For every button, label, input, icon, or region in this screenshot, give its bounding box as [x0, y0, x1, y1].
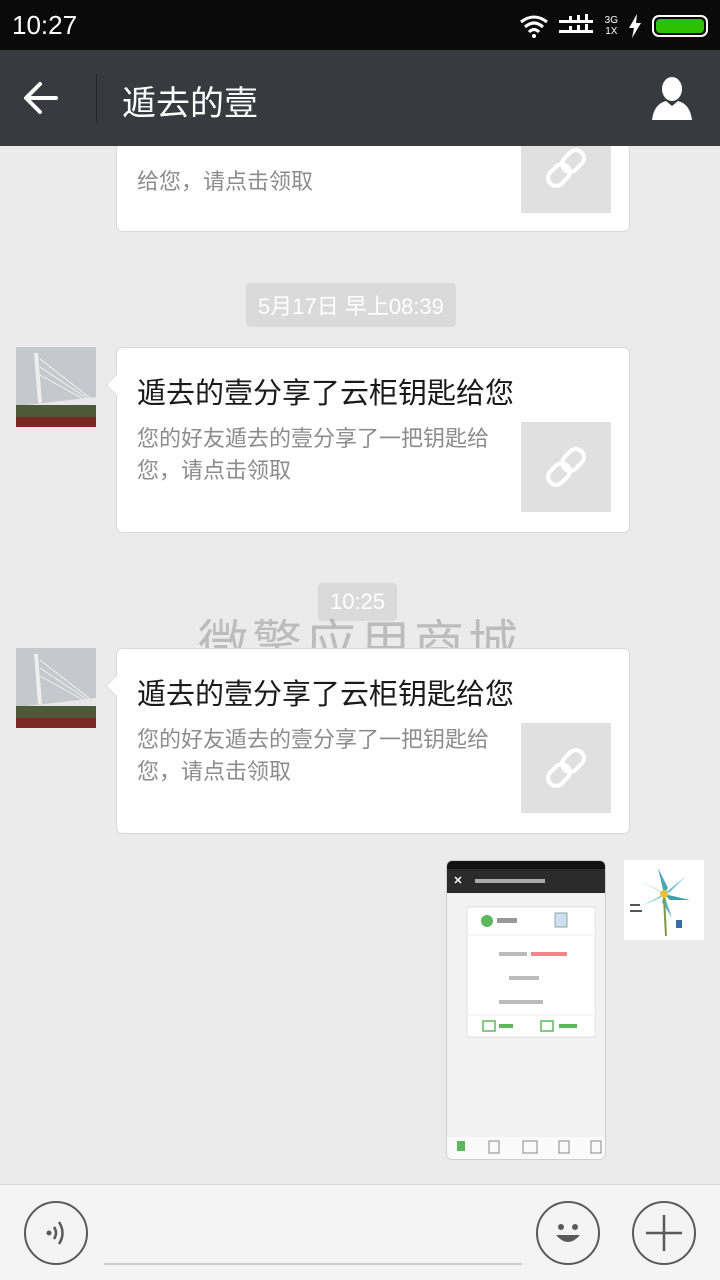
- status-icons: 3G 1X: [519, 12, 708, 40]
- card-thumbnail: [521, 723, 611, 813]
- more-button[interactable]: [632, 1201, 696, 1265]
- card-description: 给您，请点击领取: [137, 170, 314, 195]
- profile-button[interactable]: [650, 76, 694, 120]
- avatar-image: [16, 347, 96, 427]
- image-message[interactable]: [446, 860, 606, 1160]
- title-divider: [96, 74, 97, 122]
- battery-icon: [652, 15, 708, 37]
- title-bar: 遁去的壹: [0, 50, 720, 146]
- arrow-left-icon: [24, 82, 58, 114]
- signal-icon: [558, 14, 593, 33]
- link-card[interactable]: 遁去的壹分享了云柜钥匙给您 您的好友遁去的壹分享了一把钥匙给您，请点击领取: [106, 648, 630, 834]
- link-card[interactable]: 遁去的壹分享了云柜钥匙给您 您的好友遁去的壹分享了一把钥匙给您，请点击领取: [106, 347, 630, 533]
- card-thumbnail: [521, 422, 611, 512]
- status-bar: 10:27 3G 1X: [0, 0, 720, 50]
- back-button[interactable]: [22, 76, 76, 120]
- link-icon: [546, 748, 586, 788]
- link-icon: [546, 148, 586, 188]
- card-description: 您的好友遁去的壹分享了一把钥匙给您，请点击领取: [137, 728, 490, 785]
- emoji-button[interactable]: [536, 1201, 600, 1265]
- emoji-icon: [556, 1224, 580, 1242]
- card-title: 遁去的壹分享了云柜钥匙给您: [137, 677, 515, 711]
- network-type: 3G 1X: [604, 15, 618, 37]
- message-input[interactable]: [104, 1263, 522, 1265]
- link-card[interactable]: 给您，请点击领取: [116, 146, 630, 232]
- battery-fill: [656, 19, 704, 33]
- link-icon: [546, 447, 586, 487]
- charging-icon: [629, 14, 641, 38]
- voice-button[interactable]: [24, 1201, 88, 1265]
- chat-area[interactable]: 给您，请点击领取 5月17日 早上08:39 遁去的壹分享了云柜钥匙给您 您的好…: [0, 146, 720, 1184]
- card-description: 您的好友遁去的壹分享了一把钥匙给您，请点击领取: [137, 427, 490, 484]
- shared-screenshot-image: [447, 861, 605, 1159]
- status-time: 10:27: [12, 10, 78, 40]
- my-avatar-image: [624, 860, 704, 940]
- wifi-icon: [519, 15, 548, 38]
- timestamp: 5月17日 早上08:39: [246, 283, 456, 327]
- avatar-image: [16, 648, 96, 728]
- plus-icon: [646, 1215, 682, 1251]
- card-title: 遁去的壹分享了云柜钥匙给您: [137, 376, 515, 410]
- avatar[interactable]: [16, 648, 96, 728]
- voice-icon: [46, 1221, 64, 1245]
- my-avatar[interactable]: [624, 860, 704, 940]
- input-bar: [0, 1184, 720, 1280]
- person-icon: [652, 77, 692, 120]
- chat-title: 遁去的壹: [122, 84, 258, 124]
- avatar[interactable]: [16, 347, 96, 427]
- card-thumbnail: [521, 146, 611, 213]
